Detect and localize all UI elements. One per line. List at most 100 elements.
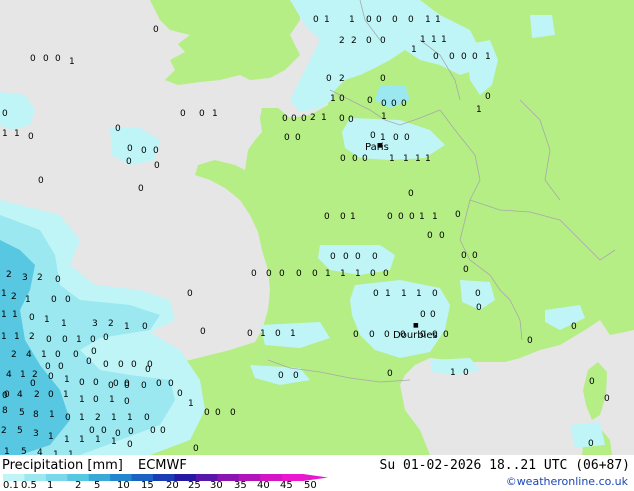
precip-value-label: 0 (312, 269, 318, 279)
precip-value-label: 0 (463, 265, 469, 275)
precip-value-label: 0 (301, 114, 307, 124)
precip-value-label: 0 (527, 336, 533, 346)
precip-value-label: 0 (266, 269, 272, 279)
precip-value-label: 1 (325, 269, 331, 279)
precip-value-label: 0 (103, 360, 109, 370)
valid-time: Su 01-02-2026 18..21 UTC (06+87) (379, 458, 630, 473)
precip-value-label: 1 (431, 35, 437, 45)
precip-value-label: 0 (366, 15, 372, 25)
precip-value-label: 1 (127, 413, 133, 423)
precip-value-label: 0 (251, 269, 257, 279)
precip-value-label: 0 (156, 379, 162, 389)
precip-value-label: 0 (339, 94, 345, 104)
precip-value-label: 0 (376, 15, 382, 25)
precip-value-label: 0 (433, 52, 439, 62)
precip-value-label: 2 (11, 350, 17, 360)
precip-value-label: 3 (22, 273, 28, 283)
precip-value-label: 1 (441, 35, 447, 45)
precip-value-label: 0 (571, 322, 577, 332)
precip-value-label: 0 (476, 303, 482, 313)
precip-value-label: 0 (279, 269, 285, 279)
precip-value-label: 0 (73, 350, 79, 360)
precip-value-label: 8 (2, 406, 8, 416)
precip-value-label: 0 (275, 329, 281, 339)
precip-value-label: 0 (455, 210, 461, 220)
precip-value-label: 0 (392, 15, 398, 25)
precip-value-label: 0 (128, 427, 134, 437)
precip-value-label: 1 (188, 399, 194, 409)
precip-value-label: 2 (37, 273, 43, 283)
precip-value-label: 0 (278, 371, 284, 381)
precip-value-label: 0 (160, 426, 166, 436)
precip-value-label: 0 (383, 269, 389, 279)
precip-value-label: 0 (91, 347, 97, 357)
precip-value-label: 2 (339, 36, 345, 46)
precip-value-label: 3 (92, 319, 98, 329)
precip-value-label: 1 (450, 368, 456, 378)
precip-value-label: 0 (408, 189, 414, 199)
precip-value-label: 0 (93, 395, 99, 405)
precip-value-label: 0 (387, 369, 393, 379)
precip-value-label: 0 (485, 92, 491, 102)
precip-value-label: 0 (463, 368, 469, 378)
precip-value-label: 0 (293, 371, 299, 381)
precip-value-label: 0 (295, 133, 301, 143)
precip-value-label: 1 (1, 310, 7, 320)
precip-value-label: 0 (432, 289, 438, 299)
precip-value-label: 1 (425, 154, 431, 164)
precip-value-label: 0 (101, 426, 107, 436)
precip-value-label: 0 (443, 330, 449, 340)
precip-value-label: 1 (69, 57, 75, 67)
precip-value-label: 5 (19, 408, 25, 418)
precip-value-label: 1 (401, 289, 407, 299)
precip-value-label: 1 (20, 370, 26, 380)
precip-value-label: 0 (326, 74, 332, 84)
precip-value-label: 0 (384, 330, 390, 340)
precip-value-label: 1 (49, 410, 55, 420)
precip-value-label: 0 (55, 54, 61, 64)
model-name: ECMWF (138, 458, 187, 473)
precip-value-label: 1 (61, 319, 67, 329)
precip-value-label: 1 (330, 94, 336, 104)
precip-value-label: 0 (124, 381, 130, 391)
precip-value-label: 1 (2, 129, 8, 139)
precip-value-label: 0 (187, 289, 193, 299)
precip-value-label: 0 (4, 390, 10, 400)
precip-value-label: 0 (180, 109, 186, 119)
precip-value-label: 0 (29, 313, 35, 323)
precip-value-label: 1 (4, 447, 10, 456)
precip-value-label: 1 (485, 52, 491, 62)
precip-value-label: 0 (604, 394, 610, 404)
precip-value-label: 5 (21, 447, 27, 456)
precip-value-label: 1 (111, 437, 117, 447)
precipitation-map: 0110000112200111000011020100000010002110… (0, 0, 634, 455)
precip-value-label: 0 (79, 378, 85, 388)
precip-value-label: 0 (370, 269, 376, 279)
precip-value-label: 1 (324, 15, 330, 25)
chart-title: Precipitation [mm] (2, 458, 123, 473)
precip-value-label: 4 (17, 390, 23, 400)
precip-value-label: 1 (79, 435, 85, 445)
precip-value-label: 1 (350, 212, 356, 222)
precip-value-label: 0 (30, 379, 36, 389)
precip-value-label: 2 (1, 426, 7, 436)
precip-value-label: 0 (2, 109, 8, 119)
precip-value-label: 5 (17, 426, 23, 436)
precip-value-label: 0 (46, 335, 52, 345)
precip-value-label: 0 (200, 327, 206, 337)
precip-value-label: 0 (55, 275, 61, 285)
precip-value-label: 0 (461, 251, 467, 261)
precip-value-label: 1 (44, 315, 50, 325)
precip-value-label: 0 (291, 114, 297, 124)
precip-value-label: 0 (58, 362, 64, 372)
precip-value-label: 0 (366, 36, 372, 46)
precip-value-label: 2 (34, 390, 40, 400)
precip-value-label: 0 (127, 144, 133, 154)
precip-value-label: 1 (476, 105, 482, 115)
precip-value-label: 0 (168, 379, 174, 389)
precip-value-label: 0 (48, 390, 54, 400)
precip-value-label: 0 (204, 408, 210, 418)
precip-value-label: 0 (313, 15, 319, 25)
precip-value-label: 0 (393, 133, 399, 143)
precip-value-label: 0 (369, 330, 375, 340)
